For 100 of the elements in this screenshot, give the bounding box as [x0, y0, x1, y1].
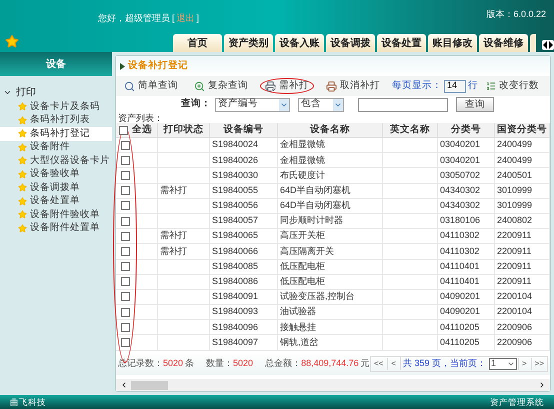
scroll-left-icon[interactable] [120, 381, 128, 389]
nav-tab[interactable]: 设备维修 [479, 34, 528, 52]
nav-tab[interactable]: 设备调拨 [326, 34, 375, 52]
triangle-icon [120, 62, 125, 70]
table-cell-text: 03180106 [440, 214, 480, 228]
search-icon [124, 80, 135, 92]
tab-scroll-arrows-icon[interactable] [542, 40, 554, 50]
greeting-text: 您好，超级管理员 [98, 12, 170, 25]
row-checkbox[interactable] [121, 277, 130, 286]
table-cell-text: 3010999 [497, 184, 532, 197]
table-cell-text: S19840086 [212, 275, 258, 288]
column-header: 设备名称 [278, 123, 383, 137]
sidebar-item[interactable]: 设备处置单 [0, 194, 112, 208]
table-cell-text: 2400501 [497, 168, 532, 182]
page-select[interactable]: 1 [488, 358, 517, 370]
table-cell-text: 04110401 [440, 260, 480, 273]
row-checkbox[interactable] [121, 170, 130, 180]
row-checkbox[interactable] [121, 232, 130, 241]
tree-group[interactable]: 打印 [16, 84, 36, 100]
table-cell-text: S19840085 [212, 260, 258, 273]
table-cell-text: S19840096 [212, 320, 258, 334]
page-size-label: 每页显示： [392, 78, 442, 93]
table-cell-text: 2400802 [497, 214, 532, 228]
scrollbar-thumb[interactable] [131, 380, 168, 390]
sidebar-item[interactable]: 设备调拨单 [0, 181, 112, 194]
sidebar-item[interactable]: 设备卡片及条码 [0, 100, 112, 114]
row-checkbox[interactable] [121, 338, 130, 348]
page-size-unit: 行 [468, 78, 478, 93]
toolbar-button[interactable]: 需补打 [260, 78, 314, 94]
table-cell-text: 需补打 [160, 184, 187, 197]
star-icon [18, 196, 27, 206]
star-icon [18, 210, 27, 220]
table-cell-text: 布氏硬度计 [280, 168, 325, 182]
table-cell-text: 2200906 [497, 320, 532, 334]
toolbar-button[interactable]: 取消补打 [322, 78, 384, 94]
table-cell-text: 2200104 [497, 305, 532, 318]
total-label: 总记录数： [118, 356, 163, 370]
table-cell-text: 2400499 [497, 138, 532, 152]
row-checkbox[interactable] [121, 322, 130, 332]
table-cell-text: 03050702 [440, 168, 480, 182]
table-cell-text: 2200906 [497, 336, 532, 349]
nav-tab[interactable]: 首页 [173, 34, 222, 52]
row-checkbox[interactable] [121, 201, 130, 210]
table-cell-text: 同步顺时计时器 [280, 214, 343, 228]
last-page-button[interactable]: >> [530, 358, 547, 370]
horizontal-scrollbar[interactable] [116, 379, 550, 391]
table-cell-text: 需补打 [160, 229, 187, 242]
row-checkbox[interactable] [121, 292, 130, 302]
column-header: 打印状态 [158, 123, 210, 137]
table-cell-text: 2200104 [497, 290, 532, 304]
rows-icon [486, 81, 496, 91]
table-cell-text: 04340302 [440, 199, 480, 212]
table-cell-text: 04110401 [440, 275, 480, 288]
sidebar-item[interactable]: 设备验收单 [0, 168, 112, 181]
first-page-button[interactable]: << [370, 358, 386, 370]
bracket-text: [ [172, 12, 175, 25]
table-cell-text: S19840066 [212, 244, 258, 258]
sidebar-item[interactable]: 设备附件处置单 [0, 222, 112, 235]
operator-select[interactable]: 包含 [298, 98, 344, 112]
row-checkbox[interactable] [121, 262, 130, 272]
scroll-right-icon[interactable] [538, 381, 546, 389]
table-cell-text: 04110302 [440, 229, 480, 242]
row-checkbox[interactable] [121, 246, 130, 256]
row-checkbox[interactable] [121, 216, 130, 226]
sidebar-item[interactable]: 条码补打列表 [0, 114, 112, 127]
next-page-button[interactable]: > [518, 358, 530, 370]
query-button[interactable]: 查询 [456, 97, 494, 112]
table-cell-text: S19840026 [212, 154, 258, 167]
version-text: 版本：6.0.0.22 [486, 8, 546, 21]
prev-page-button[interactable]: < [387, 358, 399, 370]
table-cell-text: 高压开关柜 [280, 229, 325, 242]
table-cell-text: 2200911 [497, 275, 532, 288]
row-checkbox[interactable] [121, 308, 130, 317]
nav-tab[interactable]: 设备处置 [377, 34, 426, 52]
page-info: 共 359 页，当前页： [400, 356, 488, 370]
select-all-checkbox[interactable] [119, 126, 128, 134]
page-size-input[interactable]: 14 [444, 80, 466, 92]
sidebar-item[interactable]: 条码补打登记 [0, 127, 112, 140]
sidebar-item[interactable]: 设备附件验收单 [0, 208, 112, 222]
sidebar-item[interactable]: 设备附件 [0, 140, 112, 154]
table-cell-text: 油试验器 [280, 305, 316, 318]
nav-tab[interactable]: 账目修改 [428, 34, 477, 52]
table-cell-text: S19840024 [212, 138, 258, 152]
row-checkbox[interactable] [121, 156, 130, 165]
query-input[interactable] [358, 98, 448, 112]
printer-icon [326, 80, 337, 92]
toolbar-button[interactable]: 复杂查询 [190, 78, 252, 94]
row-checkbox[interactable] [121, 186, 130, 196]
change-rows-button[interactable]: 改变行数 [486, 78, 539, 94]
list-caption: 资产列表： [117, 113, 164, 123]
sidebar-item[interactable]: 大型仪器设备卡片 [0, 154, 112, 168]
quantity-value: 5020 [233, 356, 254, 370]
toolbar-button[interactable]: 简单查询 [120, 78, 182, 94]
row-checkbox[interactable] [121, 140, 130, 150]
table-cell-text: 低压配电柜 [280, 275, 325, 288]
zoom-icon [194, 80, 205, 92]
panel-title: 设备补打登记 [128, 58, 188, 73]
field-select[interactable]: 资产编号 [215, 98, 290, 112]
nav-tab[interactable]: 设备入账 [275, 34, 324, 52]
nav-tab[interactable]: 资产类别 [224, 34, 273, 52]
